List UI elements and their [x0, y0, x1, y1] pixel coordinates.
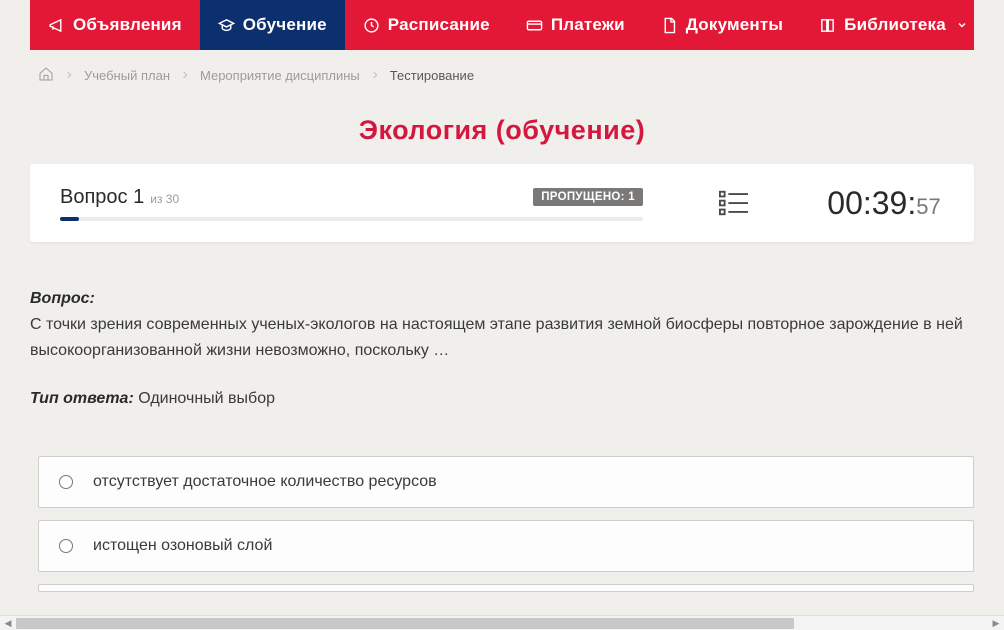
timer-sec: 57 — [916, 194, 940, 220]
option-row[interactable]: отсутствует достаточное количество ресур… — [38, 456, 974, 508]
top-nav: Объявления Обучение Расписание Платежи Д… — [30, 0, 974, 50]
option-text: истощен озоновый слой — [93, 537, 272, 555]
nav-label: Библиотека — [844, 15, 946, 35]
home-icon[interactable] — [38, 66, 54, 85]
question-counter: Вопрос 1 из 30 — [60, 186, 179, 209]
answer-type-value: Одиночный выбор — [134, 390, 275, 407]
grad-cap-icon — [218, 17, 235, 34]
timer-hm: 00:39: — [827, 185, 916, 222]
horizontal-scrollbar[interactable]: ◀ ▶ — [0, 615, 1004, 630]
option-radio[interactable] — [59, 475, 73, 489]
nav-payments[interactable]: Платежи — [508, 0, 643, 50]
breadcrumb-sep — [180, 68, 190, 83]
options-list: отсутствует достаточное количество ресур… — [0, 418, 1004, 592]
list-grid-icon — [719, 189, 749, 217]
timer: 00:39:57 — [794, 185, 974, 222]
nav-label: Платежи — [551, 15, 625, 35]
nav-label: Объявления — [73, 15, 182, 35]
crumb-event[interactable]: Мероприятие дисциплины — [200, 68, 360, 83]
card-icon — [526, 17, 543, 34]
option-row[interactable]: истощен озоновый слой — [38, 520, 974, 572]
book-icon — [819, 17, 836, 34]
scroll-thumb[interactable] — [16, 618, 794, 629]
nav-schedule[interactable]: Расписание — [345, 0, 508, 50]
page-title: Экология (обучение) — [0, 93, 1004, 164]
crumb-plan[interactable]: Учебный план — [84, 68, 170, 83]
scroll-left-arrow[interactable]: ◀ — [0, 616, 16, 630]
nav-label: Обучение — [243, 15, 327, 35]
scroll-right-arrow[interactable]: ▶ — [988, 616, 1004, 630]
doc-icon — [661, 17, 678, 34]
answer-type-label: Тип ответа: — [30, 390, 134, 407]
progress-bar — [60, 217, 643, 221]
clock-icon — [363, 17, 380, 34]
option-row-partial — [38, 584, 974, 592]
progress-fill — [60, 217, 79, 221]
skipped-badge: ПРОПУЩЕНО: 1 — [533, 188, 643, 206]
chevron-down-icon — [956, 19, 968, 31]
nav-label: Документы — [686, 15, 783, 35]
breadcrumb-sep — [64, 68, 74, 83]
breadcrumb-sep — [370, 68, 380, 83]
questions-grid-button[interactable] — [674, 189, 794, 217]
nav-label: Расписание — [388, 15, 490, 35]
breadcrumb: Учебный план Мероприятие дисциплины Тест… — [0, 50, 1004, 93]
nav-library[interactable]: Библиотека — [801, 0, 986, 50]
option-radio[interactable] — [59, 539, 73, 553]
question-text: С точки зрения современных ученых-эколог… — [30, 316, 963, 359]
nav-announcements[interactable]: Объявления — [30, 0, 200, 50]
nav-learning[interactable]: Обучение — [200, 0, 345, 50]
question-label: Вопрос: — [30, 290, 95, 307]
status-left: Вопрос 1 из 30 ПРОПУЩЕНО: 1 — [30, 186, 673, 221]
status-card: Вопрос 1 из 30 ПРОПУЩЕНО: 1 00:39:57 — [30, 164, 974, 242]
megaphone-icon — [48, 17, 65, 34]
option-text: отсутствует достаточное количество ресур… — [93, 473, 437, 491]
question-block: Вопрос: С точки зрения современных учены… — [0, 242, 1004, 374]
answer-type-block: Тип ответа: Одиночный выбор — [0, 374, 1004, 418]
crumb-testing: Тестирование — [390, 68, 474, 83]
scroll-track[interactable] — [16, 616, 988, 630]
nav-documents[interactable]: Документы — [643, 0, 801, 50]
